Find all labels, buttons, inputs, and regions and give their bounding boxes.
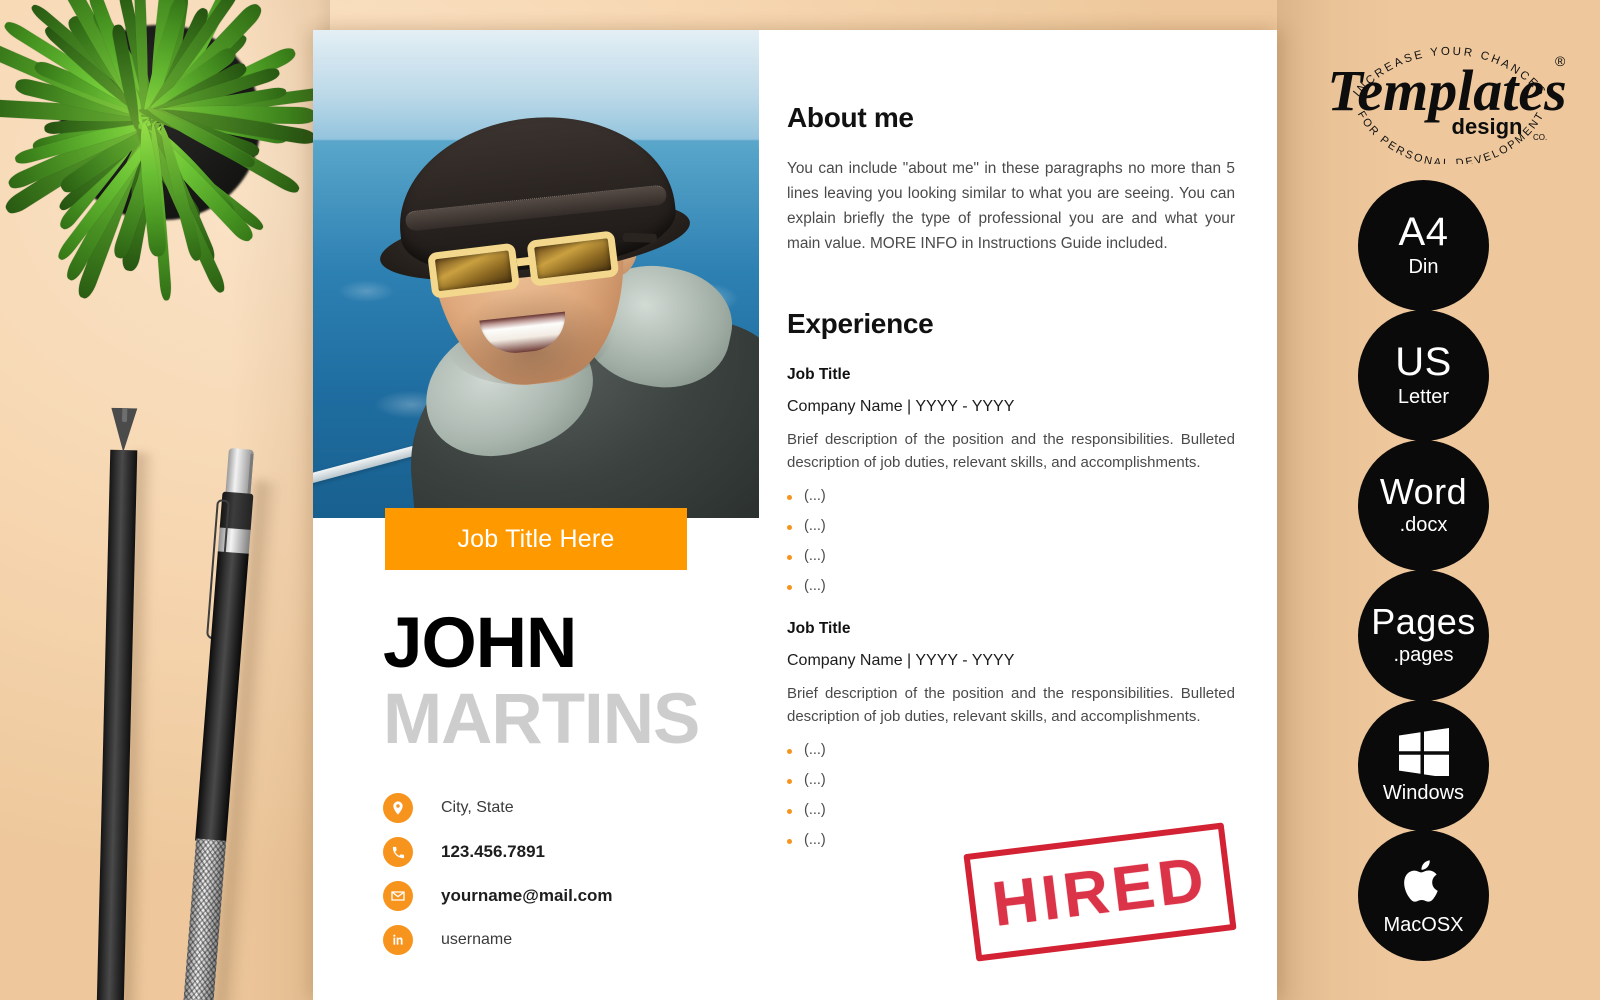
location-pin-icon xyxy=(383,793,413,823)
badge-word[interactable]: Word .docx xyxy=(1358,440,1489,571)
badge-us-title: US xyxy=(1395,339,1452,384)
candidate-name: JOHN MARTINS xyxy=(383,608,759,758)
contact-row-email: yourname@mail.com xyxy=(383,874,759,918)
job-title-banner: Job Title Here xyxy=(385,508,687,570)
list-item: (...) xyxy=(787,802,1235,818)
linkedin-icon xyxy=(383,925,413,955)
logo-wordmark: Templates xyxy=(1327,58,1567,123)
logo-registered-mark: ® xyxy=(1555,53,1566,69)
list-item: (...) xyxy=(787,488,1235,504)
badge-windows-label: Windows xyxy=(1382,782,1465,804)
list-item: (...) xyxy=(787,772,1235,788)
phone-icon xyxy=(383,837,413,867)
about-me-paragraph: You can include "about me" in these para… xyxy=(787,160,1235,252)
experience-description: Brief description of the position and th… xyxy=(787,685,1235,725)
contact-row-phone: 123.456.7891 xyxy=(383,830,759,874)
pencil-lead xyxy=(121,408,128,423)
envelope-icon xyxy=(383,881,413,911)
about-me-heading: About me xyxy=(787,102,914,133)
badge-pages-title: Pages xyxy=(1371,600,1476,642)
experience-heading: Experience xyxy=(787,308,934,339)
experience-bullets: (...) (...) (...) (...) xyxy=(787,488,1235,594)
badge-macosx[interactable]: MacOSX xyxy=(1358,830,1489,961)
sunglass-lens-right xyxy=(526,230,620,287)
badge-windows[interactable]: Windows xyxy=(1358,700,1489,831)
contact-list: City, State 123.456.7891 yourname@mail.c… xyxy=(383,786,759,962)
contact-row-linkedin: username xyxy=(383,918,759,962)
sunglass-temple xyxy=(622,232,657,243)
contact-row-location: City, State xyxy=(383,786,759,830)
list-item: (...) xyxy=(787,518,1235,534)
first-name: JOHN xyxy=(383,604,577,683)
pen-cap xyxy=(225,447,254,496)
experience-company: Company Name | YYYY - YYYY xyxy=(787,652,1015,669)
job-title-banner-label: Job Title Here xyxy=(457,524,615,553)
contact-location-text: City, State xyxy=(441,799,514,816)
badge-word-title: Word xyxy=(1379,470,1468,512)
experience-job-title: Job Title xyxy=(787,366,851,383)
badge-us-subtitle: Letter xyxy=(1397,385,1450,408)
windows-logo-icon xyxy=(1397,726,1451,776)
badge-us-letter[interactable]: US Letter xyxy=(1358,310,1489,441)
list-item: (...) xyxy=(787,742,1235,758)
experience-description: Brief description of the position and th… xyxy=(787,431,1235,471)
apple-logo-icon xyxy=(1401,854,1447,908)
contact-phone-text: 123.456.7891 xyxy=(441,842,545,861)
sunglass-lens-left xyxy=(427,242,521,299)
experience-job-title: Job Title xyxy=(787,620,851,637)
experience-company: Company Name | YYYY - YYYY xyxy=(787,398,1015,415)
badge-a4-title: A4 xyxy=(1398,209,1449,254)
contact-email-text: yourname@mail.com xyxy=(441,886,613,905)
experience-item: Job Title Company Name | YYYY - YYYY Bri… xyxy=(787,366,1235,594)
experience-item: Job Title Company Name | YYYY - YYYY Bri… xyxy=(787,620,1235,848)
potted-plant-decoration xyxy=(0,0,360,370)
badge-mac-label: MacOSX xyxy=(1383,914,1464,936)
badge-a4[interactable]: A4 Din xyxy=(1358,180,1489,311)
templates-design-logo: INCREASE YOUR CHANCES FOR PERSONAL DEVEL… xyxy=(1319,24,1581,164)
resume-page: Job Title Here JOHN MARTINS City, State … xyxy=(313,30,1277,1000)
badge-pages[interactable]: Pages .pages xyxy=(1358,570,1489,701)
logo-subword: design xyxy=(1452,114,1523,139)
list-item: (...) xyxy=(787,578,1235,594)
badge-a4-subtitle: Din xyxy=(1408,255,1439,278)
contact-linkedin-text: username xyxy=(441,931,513,948)
profile-photo xyxy=(313,30,759,518)
badge-word-subtitle: .docx xyxy=(1399,513,1448,536)
resume-left-column: Job Title Here JOHN MARTINS City, State … xyxy=(313,30,759,1000)
last-name: MARTINS xyxy=(383,680,700,759)
badge-pages-subtitle: .pages xyxy=(1393,643,1454,666)
logo-co-text: CO. xyxy=(1533,133,1547,142)
list-item: (...) xyxy=(787,548,1235,564)
